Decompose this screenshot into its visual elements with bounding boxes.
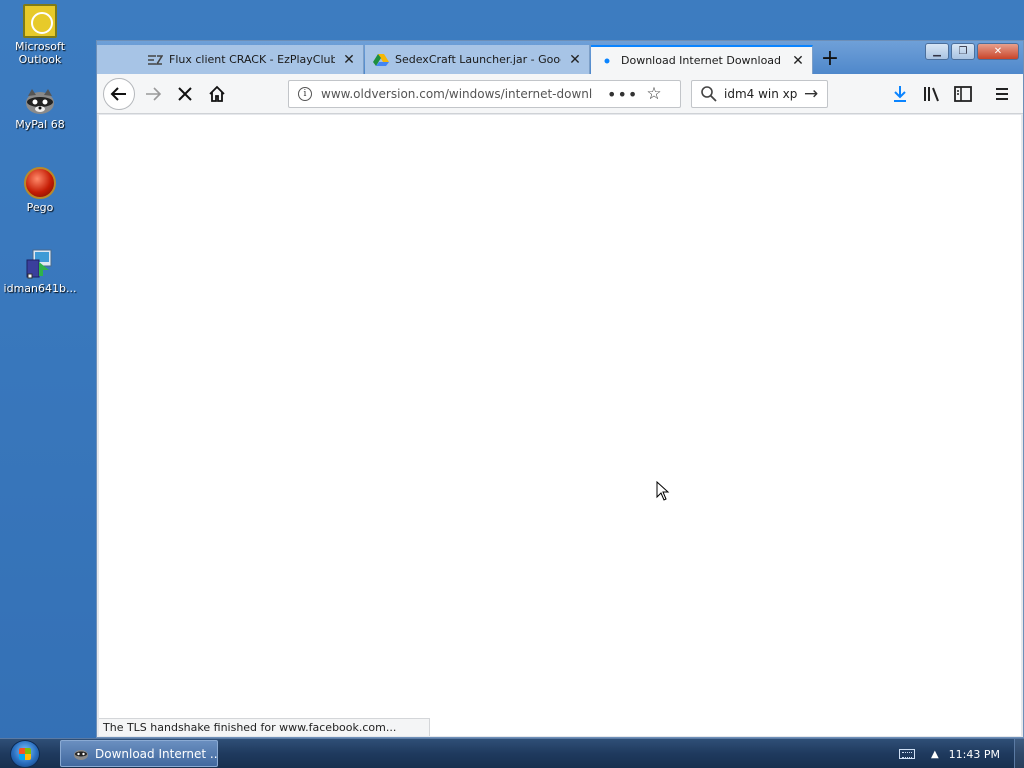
forward-arrow-icon [146,87,162,101]
library-icon [924,87,939,102]
home-button[interactable] [202,79,232,109]
ez-icon [147,53,163,67]
minimize-button[interactable]: ▁ [925,43,949,60]
forward-button[interactable] [138,79,168,109]
desktop-icon-label: MyPal 68 [15,118,65,131]
desktop-icon-outlook[interactable]: Microsoft Outlook [0,4,80,66]
outlook-icon [23,4,57,38]
desktop-icon-label: idman641b... [3,282,77,295]
desktop-icon-label: Pego [26,201,54,214]
back-button[interactable] [103,78,135,110]
clock[interactable]: 11:43 PM [949,748,1000,761]
show-hidden-icons-icon[interactable]: ▲ [931,749,939,760]
navigation-toolbar: i www.oldversion.com/windows/internet-do… [97,74,1023,114]
hamburger-menu-icon [996,88,1008,100]
tab-title: Download Internet Download M [621,54,784,67]
pego-icon [24,167,56,199]
taskbar-item-label: Download Internet ... [95,746,218,761]
window-controls: ▁ ❐ ✕ [925,43,1019,60]
system-tray: ▲ 11:43 PM [898,739,1024,768]
tab-flux-client[interactable]: Flux client CRACK - EzPlayClub ✕ [139,45,364,74]
close-tab-icon[interactable]: ✕ [341,52,357,68]
google-drive-icon [373,53,389,67]
loading-dot-icon [599,54,615,68]
close-tab-icon[interactable]: ✕ [790,53,806,69]
start-button[interactable] [10,740,40,768]
back-arrow-icon [110,87,126,101]
search-go-icon[interactable]: → [804,84,818,104]
close-window-button[interactable]: ✕ [977,43,1019,60]
search-input[interactable]: idm4 win xp [724,87,800,101]
new-tab-button[interactable]: + [817,47,843,71]
tab-title: Flux client CRACK - EzPlayClub [169,53,335,66]
mouse-cursor-icon [656,481,670,501]
taskbar-item-browser[interactable]: Download Internet ... [60,740,218,767]
desktop-icon-label: Microsoft Outlook [14,40,66,66]
search-bar[interactable]: idm4 win xp → [691,80,828,108]
search-icon [700,85,718,103]
page-content[interactable] [99,115,1021,736]
desktop-icon-mypal[interactable]: MyPal 68 [0,86,80,131]
download-icon [894,86,906,102]
tab-title: SedexCraft Launcher.jar - Googl [395,53,561,66]
tab-download-idm[interactable]: Download Internet Download M ✕ [591,45,813,74]
tab-strip: Flux client CRACK - EzPlayClub ✕ SedexCr… [97,41,1023,74]
mypal-icon [73,747,89,761]
idm-installer-icon [25,248,55,280]
sidebar-icon [954,86,972,102]
page-actions-icon[interactable]: ••• [607,85,638,104]
mypal-icon [23,86,57,116]
address-bar[interactable]: i www.oldversion.com/windows/internet-do… [288,80,681,108]
menu-button[interactable] [987,79,1017,109]
tab-sedexcraft[interactable]: SedexCraft Launcher.jar - Googl ✕ [365,45,590,74]
tab-strip-spacer [97,45,139,74]
status-bar: The TLS handshake finished for www.faceb… [99,718,430,736]
home-icon [209,85,225,102]
bookmark-star-icon[interactable]: ☆ [646,84,661,104]
sidebar-toggle-button[interactable] [948,79,978,109]
keyboard-icon[interactable] [898,749,915,759]
downloads-button[interactable] [885,79,915,109]
info-icon[interactable]: i [298,87,312,101]
desktop-icon-idm-installer[interactable]: idman641b... [0,248,80,295]
taskbar: Download Internet ... ▲ 11:43 PM [0,738,1024,768]
maximize-button[interactable]: ❐ [951,43,975,60]
url-text[interactable]: www.oldversion.com/windows/internet-down… [321,87,593,101]
close-tab-icon[interactable]: ✕ [567,52,583,68]
library-button[interactable] [917,79,947,109]
stop-button[interactable] [170,79,200,109]
show-desktop-button[interactable] [1014,739,1024,768]
desktop-icon-pego[interactable]: Pego [0,167,80,214]
stop-icon [178,87,192,101]
browser-window: Flux client CRACK - EzPlayClub ✕ SedexCr… [96,40,1024,738]
